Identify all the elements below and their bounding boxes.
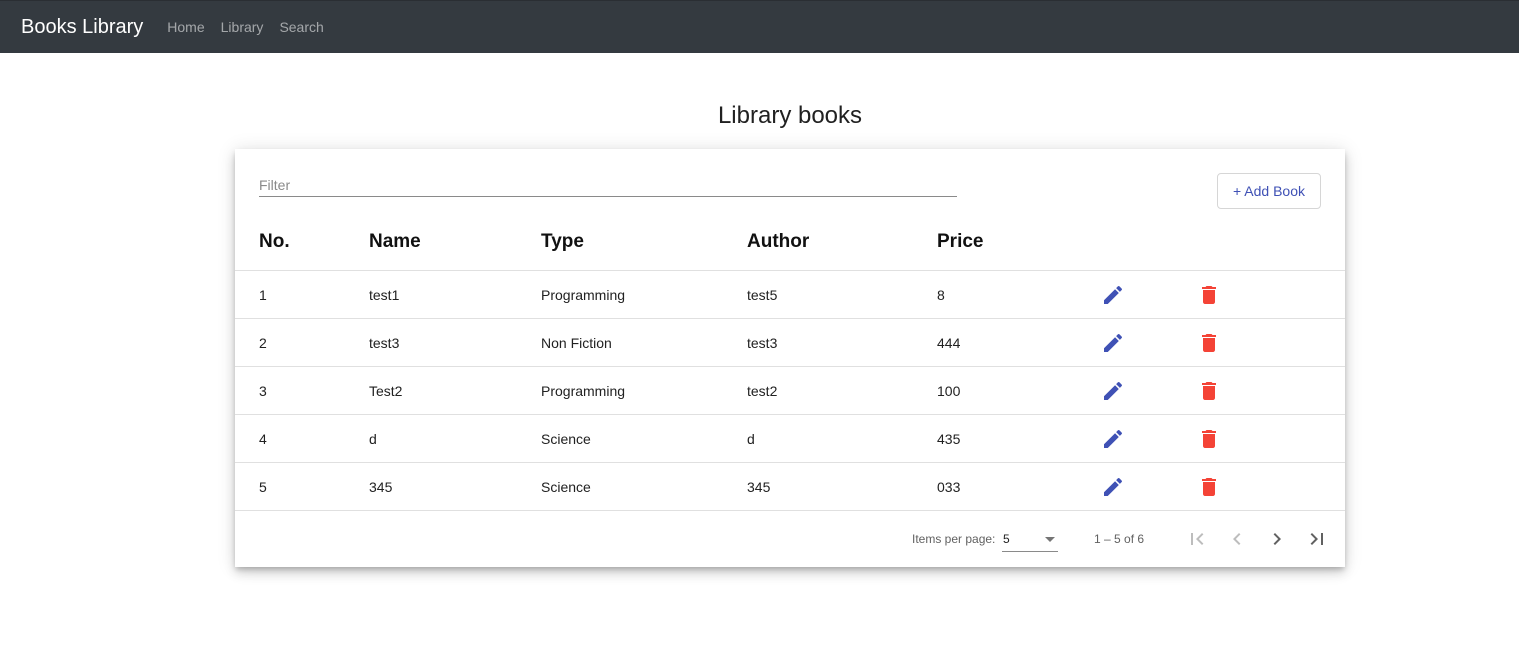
column-header-type[interactable]: Type — [541, 231, 584, 253]
table-cell: 3 — [259, 383, 267, 399]
brand-link[interactable]: Books Library — [21, 16, 143, 39]
table-cell: d — [747, 431, 755, 447]
previous-page-icon[interactable] — [1225, 527, 1249, 551]
dropdown-arrow-icon — [1045, 537, 1055, 542]
table-cell: test5 — [747, 287, 778, 303]
filter-input[interactable] — [259, 173, 957, 197]
page-title: Library books — [717, 102, 863, 129]
table-cell: 8 — [937, 287, 945, 303]
edit-icon[interactable] — [1101, 331, 1125, 355]
table-cell: Programming — [541, 383, 626, 399]
table-cell: Test2 — [369, 383, 403, 399]
paginator: Items per page: 5 1 – 5 of 6 — [235, 511, 1345, 567]
items-per-page-select[interactable]: 5 — [1002, 527, 1058, 552]
table-row: 1 test1 Programming test5 8 — [235, 271, 1345, 319]
delete-icon[interactable] — [1197, 427, 1221, 451]
range-label: 1 – 5 of 6 — [1094, 532, 1145, 546]
table-row: 5 345 Science 345 033 — [235, 463, 1345, 511]
edit-icon[interactable] — [1101, 427, 1125, 451]
delete-icon[interactable] — [1197, 475, 1221, 499]
table-cell: Programming — [541, 287, 626, 303]
table-cell: 4 — [259, 431, 267, 447]
edit-icon[interactable] — [1101, 283, 1125, 307]
table-cell: test2 — [747, 383, 778, 399]
table-cell: 5 — [259, 479, 267, 495]
table-cell: d — [369, 431, 377, 447]
delete-icon[interactable] — [1197, 331, 1221, 355]
table-cell: test3 — [369, 335, 400, 351]
table-row: 3 Test2 Programming test2 100 — [235, 367, 1345, 415]
nav-link-search[interactable]: Search — [279, 19, 323, 35]
table-cell: 435 — [937, 431, 961, 447]
first-page-icon[interactable] — [1185, 527, 1209, 551]
table-row: 2 test3 Non Fiction test3 444 — [235, 319, 1345, 367]
column-header-price[interactable]: Price — [937, 231, 983, 253]
table-cell: Non Fiction — [541, 335, 612, 351]
column-header-author[interactable]: Author — [747, 231, 809, 253]
table-cell: test1 — [369, 287, 400, 303]
nav-link-library[interactable]: Library — [221, 19, 264, 35]
delete-icon[interactable] — [1197, 283, 1221, 307]
edit-icon[interactable] — [1101, 475, 1125, 499]
table-cell: Science — [541, 479, 591, 495]
table-cell: 345 — [369, 479, 393, 495]
nav-link-home[interactable]: Home — [167, 19, 204, 35]
column-header-no[interactable]: No. — [259, 231, 290, 253]
add-book-button[interactable]: + Add Book — [1217, 173, 1321, 209]
last-page-icon[interactable] — [1305, 527, 1329, 551]
items-per-page-value: 5 — [1003, 532, 1010, 546]
table-cell: 1 — [259, 287, 267, 303]
table-row: 4 d Science d 435 — [235, 415, 1345, 463]
table-cell: 2 — [259, 335, 267, 351]
next-page-icon[interactable] — [1265, 527, 1289, 551]
table-cell: test3 — [747, 335, 778, 351]
navbar: Books Library Home Library Search — [0, 0, 1519, 53]
nav-links: Home Library Search — [167, 19, 340, 35]
column-header-name[interactable]: Name — [369, 231, 421, 253]
edit-icon[interactable] — [1101, 379, 1125, 403]
books-card: + Add Book No. Name Type Author Price 1 t… — [235, 149, 1345, 567]
table-cell: Science — [541, 431, 591, 447]
items-per-page-label: Items per page: — [912, 532, 996, 546]
table-cell: 100 — [937, 383, 961, 399]
table-cell: 345 — [747, 479, 771, 495]
table-cell: 033 — [937, 479, 961, 495]
delete-icon[interactable] — [1197, 379, 1221, 403]
table-cell: 444 — [937, 335, 961, 351]
